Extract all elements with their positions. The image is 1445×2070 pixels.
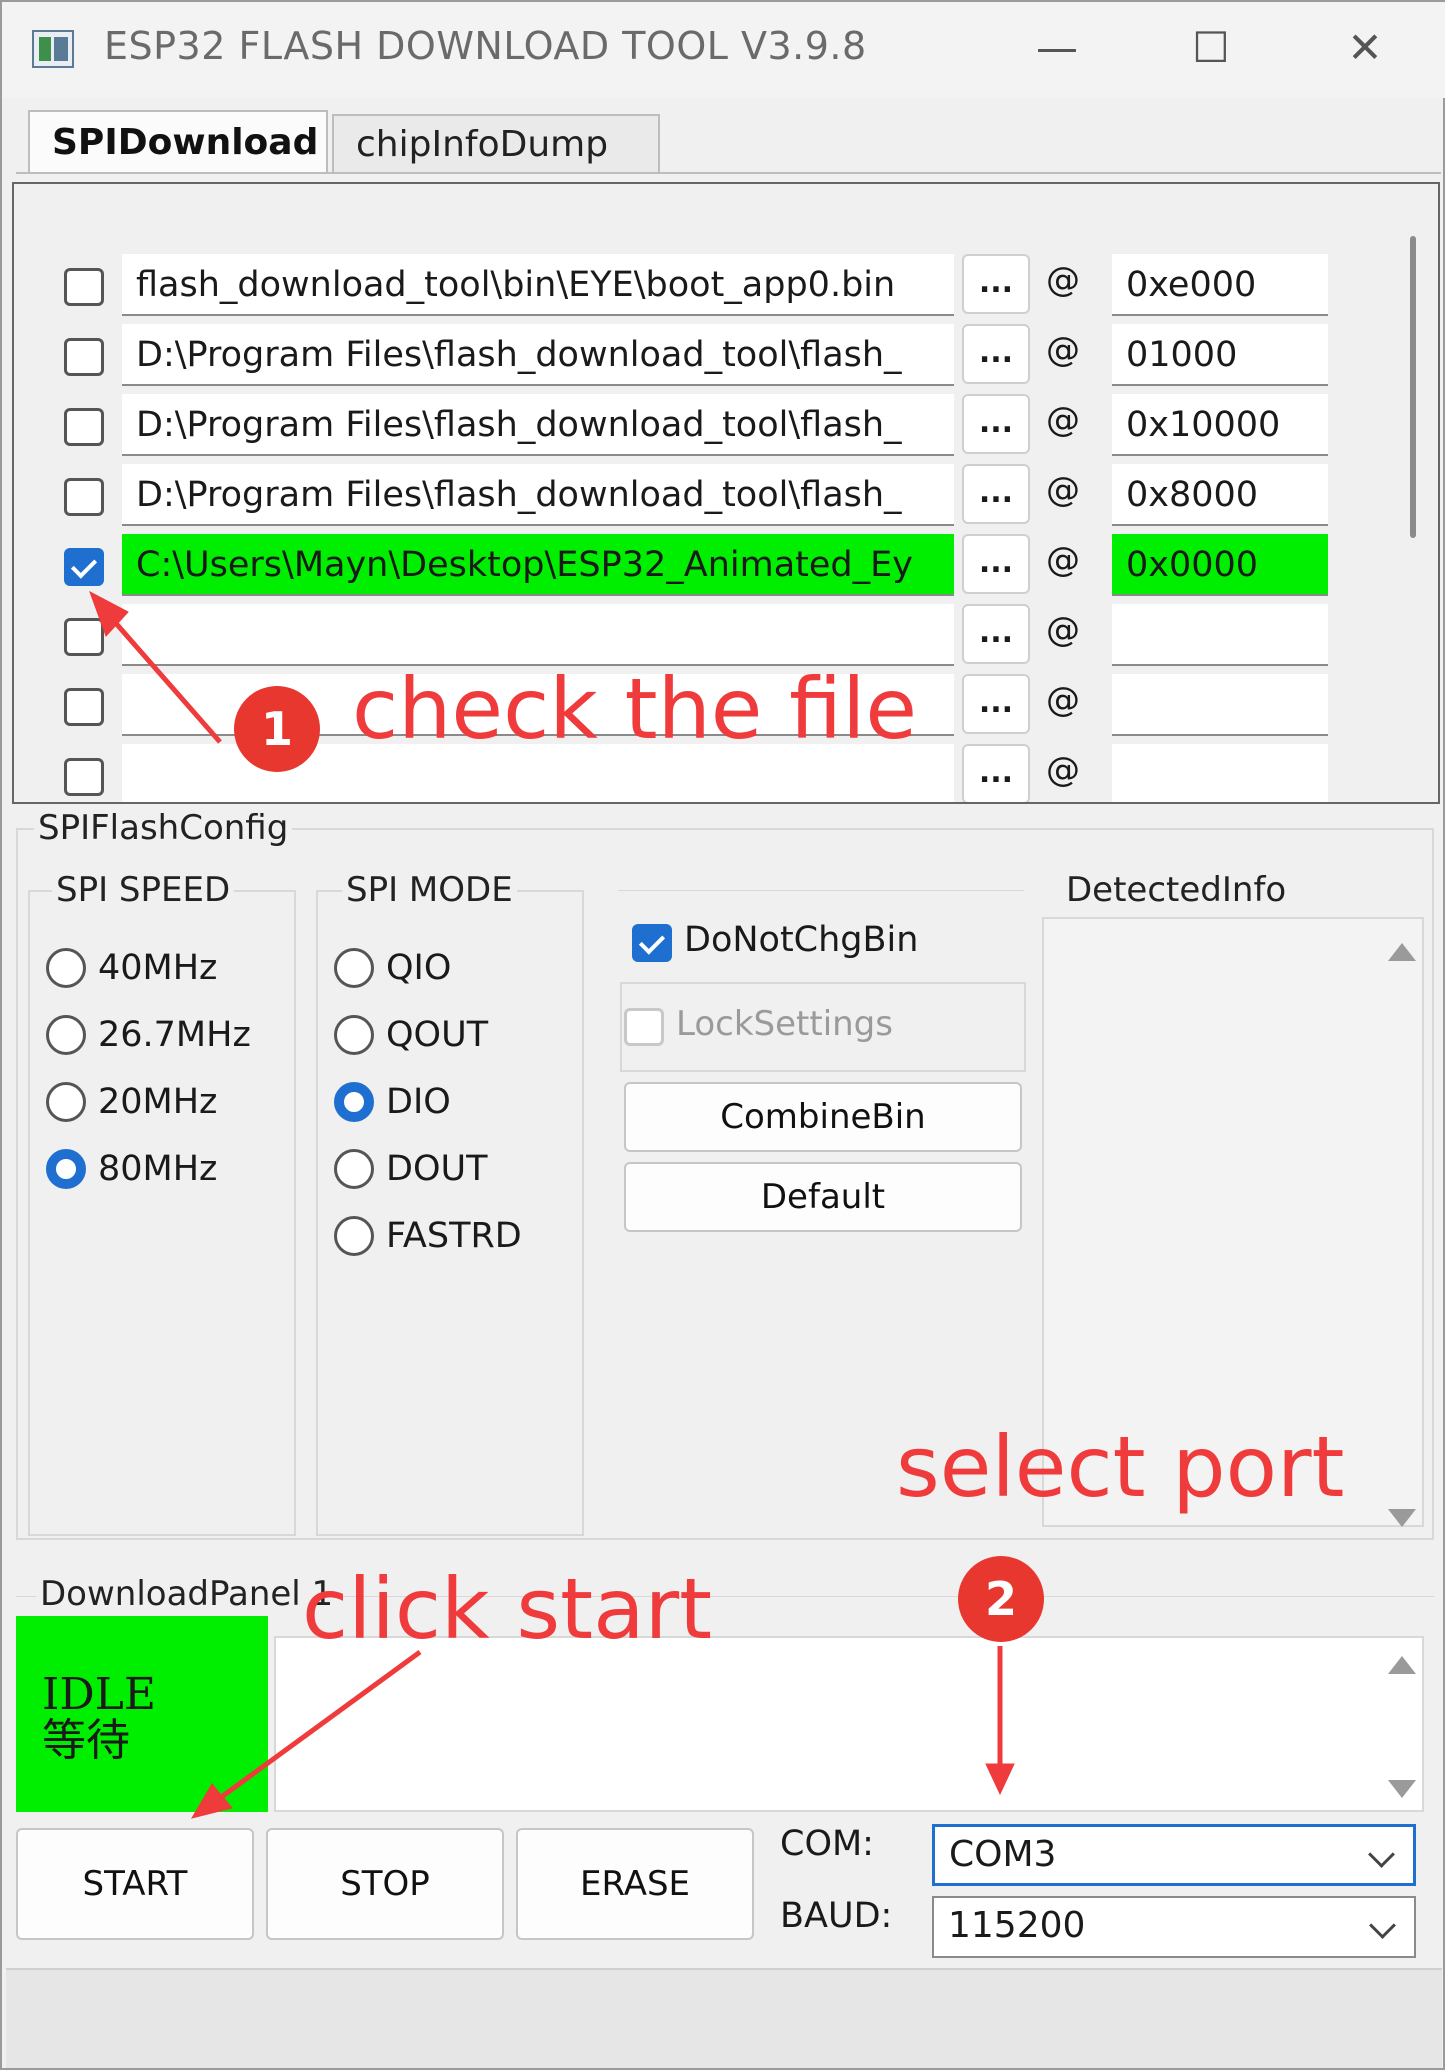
annotation-arrowhead-3 xyxy=(190,1783,233,1819)
annotation-arrowhead-2 xyxy=(985,1763,1015,1796)
annotation-arrows xyxy=(89,590,1015,1819)
annotation-arrow-3 xyxy=(218,1649,422,1801)
annotation-badge-2: 2 xyxy=(958,1556,1044,1642)
annotation-click-start: click start xyxy=(302,1560,713,1658)
annotation-arrow-1 xyxy=(104,610,222,744)
annotation-badge-1: 1 xyxy=(234,686,320,772)
annotation-select-port: select port xyxy=(896,1418,1345,1516)
annotation-check-the-file: check the file xyxy=(352,660,918,758)
